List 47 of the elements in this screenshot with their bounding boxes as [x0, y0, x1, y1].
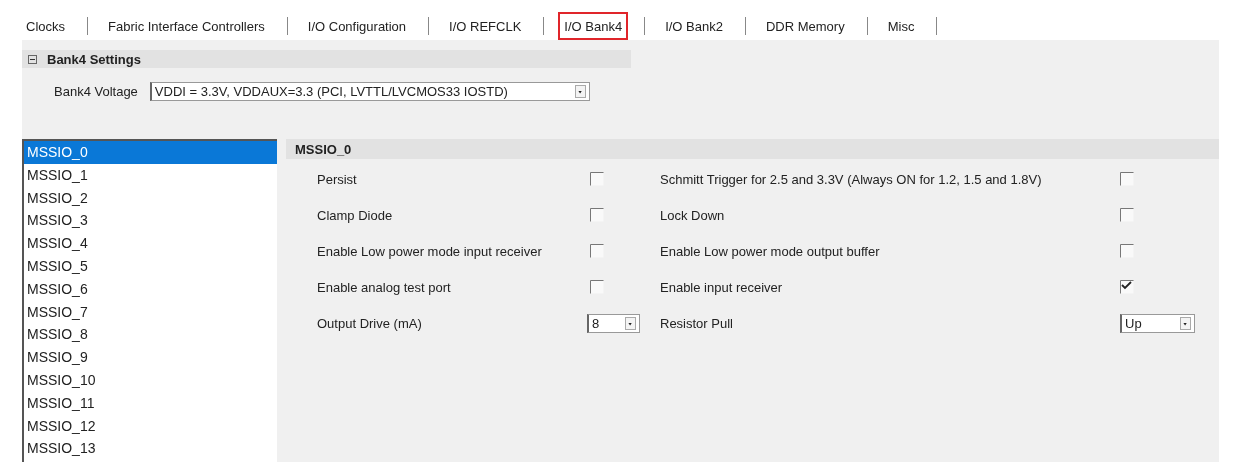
- list-item[interactable]: MSSIO_4: [24, 232, 277, 255]
- tab[interactable]: Clocks: [20, 12, 71, 40]
- setting-label: Persist: [317, 171, 357, 187]
- list-item[interactable]: MSSIO_7: [24, 300, 277, 324]
- checkbox[interactable]: [590, 280, 604, 294]
- checkbox[interactable]: [1120, 208, 1134, 222]
- list-item[interactable]: MSSIO_6: [24, 277, 277, 301]
- tab[interactable]: Misc: [881, 12, 921, 40]
- setting-label: Schmitt Trigger for 2.5 and 3.3V (Always ON for 1.2, 1.5 and 1.8V): [660, 171, 1042, 187]
- tab[interactable]: I/O Configuration: [301, 12, 413, 40]
- list-item[interactable]: MSSIO_11: [24, 391, 277, 415]
- checkbox[interactable]: [590, 172, 604, 186]
- list-item[interactable]: MSSIO_0: [24, 141, 277, 164]
- tab[interactable]: Fabric Interface Controllers: [102, 12, 271, 40]
- checkbox[interactable]: [1120, 172, 1134, 186]
- list-item[interactable]: MSSIO_10: [24, 368, 277, 392]
- tab[interactable]: I/O Bank4: [558, 12, 629, 40]
- tab[interactable]: I/O Bank2: [659, 12, 729, 40]
- setting-label: Output Drive (mA): [317, 315, 422, 331]
- dropdown[interactable]: 8: [587, 313, 640, 333]
- dropdown[interactable]: Up: [1120, 313, 1195, 333]
- section-title: Bank4 Settings: [47, 51, 141, 67]
- list-item[interactable]: MSSIO_3: [24, 209, 277, 233]
- setting-label: Clamp Diode: [317, 207, 393, 223]
- list-item[interactable]: MSSIO_1: [24, 163, 277, 187]
- checkbox[interactable]: [1120, 280, 1134, 294]
- voltage-label: Bank4 Voltage: [54, 84, 138, 99]
- voltage-dropdown[interactable]: VDDI = 3.3V, VDDAUX=3.3 (PCI, LVTTL/LVCMOS33 IOSTD): [149, 82, 590, 101]
- checkbox[interactable]: [590, 208, 604, 222]
- list-item[interactable]: MSSIO_5: [24, 255, 277, 278]
- checkbox[interactable]: [590, 244, 604, 258]
- setting-label: Resistor Pull: [660, 315, 733, 331]
- tab[interactable]: I/O REFCLK: [443, 12, 528, 40]
- collapse-icon[interactable]: [28, 54, 37, 64]
- list-item[interactable]: MSSIO_12: [24, 414, 277, 438]
- setting-label: Enable Low power mode output buffer: [660, 243, 880, 259]
- checkbox[interactable]: [1120, 244, 1134, 258]
- setting-label: Lock Down: [660, 207, 725, 223]
- list-item[interactable]: MSSIO_2: [24, 186, 277, 210]
- setting-label: Enable analog test port: [317, 279, 451, 295]
- panel-title: MSSIO_0: [295, 141, 352, 157]
- setting-label: Enable Low power mode input receiver: [317, 243, 542, 259]
- list-item[interactable]: MSSIO_8: [24, 323, 277, 347]
- tab[interactable]: DDR Memory: [759, 12, 851, 40]
- list-item[interactable]: MSSIO_9: [24, 346, 277, 369]
- list-item[interactable]: MSSIO_13: [24, 437, 277, 461]
- setting-label: Enable input receiver: [660, 279, 783, 295]
